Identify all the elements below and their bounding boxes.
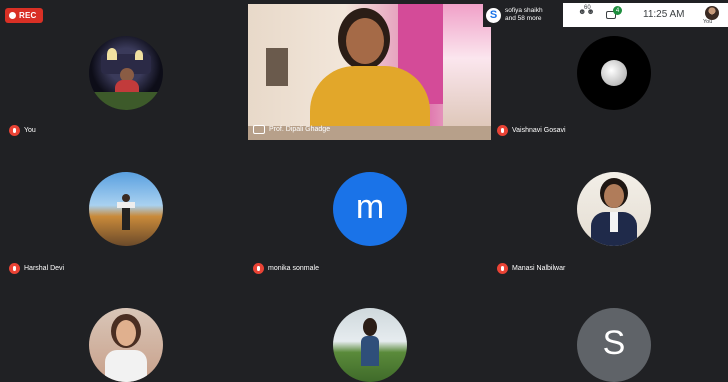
avatar: S [577, 308, 651, 382]
join-notification[interactable]: S sofiya shaikh and 58 more [483, 3, 563, 27]
avatar: m [333, 172, 407, 246]
avatar [89, 172, 163, 246]
notification-avatar: S [486, 7, 501, 23]
self-avatar[interactable] [705, 6, 719, 20]
avatar [89, 36, 163, 110]
mic-off-icon [9, 263, 20, 274]
mic-off-icon [497, 125, 508, 136]
notification-line-1: sofiya shaikh [505, 7, 543, 14]
mic-off-icon [253, 263, 264, 274]
mic-off-icon [9, 125, 20, 136]
participant-name: You [24, 127, 36, 134]
meeting-grid: REC You Prof. Dipali Ghadge Vaishnavi Go… [0, 0, 728, 382]
clock: 11:25 AM [643, 9, 685, 20]
top-bar: S sofiya shaikh and 58 more ☻☻ 60 4 11:2… [483, 3, 728, 27]
avatar [577, 172, 651, 246]
avatar [89, 308, 163, 382]
recording-badge: REC [5, 8, 43, 23]
participant-name: monika sonmale [268, 265, 319, 272]
participant-name: Vaishnavi Gosavi [512, 127, 566, 134]
participant-name: Harshal Devi [24, 265, 65, 272]
presenter-video [248, 4, 491, 140]
participant-name: Prof. Dipali Ghadge [269, 126, 331, 133]
mic-off-icon [497, 263, 508, 274]
avatar-letter: S [602, 324, 626, 362]
avatar [577, 36, 651, 110]
participant-name: Manasi Nalbilwar [512, 265, 566, 272]
recording-label: REC [19, 11, 37, 20]
self-label: You [703, 19, 713, 25]
notification-line-2: and 58 more [505, 15, 542, 22]
presenting-icon [253, 125, 265, 134]
record-dot-icon [9, 12, 16, 19]
avatar-letter: m [355, 188, 385, 226]
people-count: 60 [584, 5, 591, 11]
chat-badge: 4 [613, 6, 622, 15]
avatar [333, 308, 407, 382]
